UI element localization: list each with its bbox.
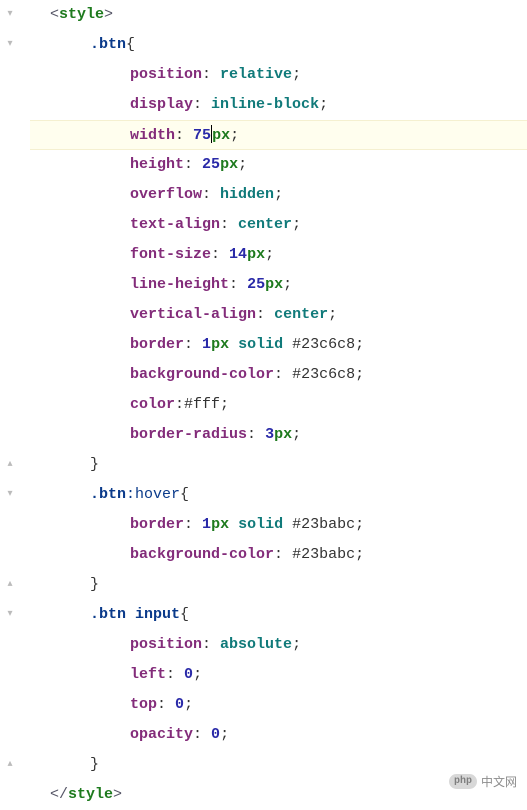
php-badge: php (449, 774, 477, 789)
code-line[interactable]: height: 25px; (30, 150, 527, 180)
fold-icon[interactable]: ▴ (4, 579, 16, 591)
code-line-active[interactable]: width: 75px; (30, 120, 527, 150)
code-line[interactable]: position: relative; (30, 60, 527, 90)
code-line[interactable]: } (30, 570, 527, 600)
code-line[interactable]: border-radius: 3px; (30, 420, 527, 450)
code-line[interactable]: color:#fff; (30, 390, 527, 420)
code-line[interactable]: <style> (30, 0, 527, 30)
code-line[interactable]: position: absolute; (30, 630, 527, 660)
code-line[interactable]: display: inline-block; (30, 90, 527, 120)
code-editor: ▾ ▾ ▴ ▾ ▴ ▾ ▴ <style> .btn{ position: re… (0, 0, 527, 810)
watermark-text: 中文网 (481, 773, 517, 790)
fold-icon[interactable]: ▾ (4, 609, 16, 621)
code-line[interactable]: opacity: 0; (30, 720, 527, 750)
code-line[interactable]: } (30, 450, 527, 480)
code-line[interactable]: overflow: hidden; (30, 180, 527, 210)
code-line[interactable]: text-align: center; (30, 210, 527, 240)
fold-icon[interactable]: ▴ (4, 759, 16, 771)
code-line[interactable]: border: 1px solid #23c6c8; (30, 330, 527, 360)
fold-icon[interactable]: ▾ (4, 9, 16, 21)
code-line[interactable]: background-color: #23babc; (30, 540, 527, 570)
code-line[interactable]: font-size: 14px; (30, 240, 527, 270)
gutter: ▾ ▾ ▴ ▾ ▴ ▾ ▴ (0, 0, 20, 810)
fold-icon[interactable]: ▴ (4, 459, 16, 471)
watermark: php 中文网 (449, 773, 517, 790)
fold-icon[interactable]: ▾ (4, 489, 16, 501)
code-line[interactable]: vertical-align: center; (30, 300, 527, 330)
code-line[interactable]: .btn:hover{ (30, 480, 527, 510)
code-line[interactable]: left: 0; (30, 660, 527, 690)
code-line[interactable]: line-height: 25px; (30, 270, 527, 300)
code-line[interactable]: top: 0; (30, 690, 527, 720)
code-line[interactable]: border: 1px solid #23babc; (30, 510, 527, 540)
code-line[interactable]: .btn{ (30, 30, 527, 60)
code-line[interactable]: background-color: #23c6c8; (30, 360, 527, 390)
code-line[interactable]: .btn input{ (30, 600, 527, 630)
fold-icon[interactable]: ▾ (4, 39, 16, 51)
